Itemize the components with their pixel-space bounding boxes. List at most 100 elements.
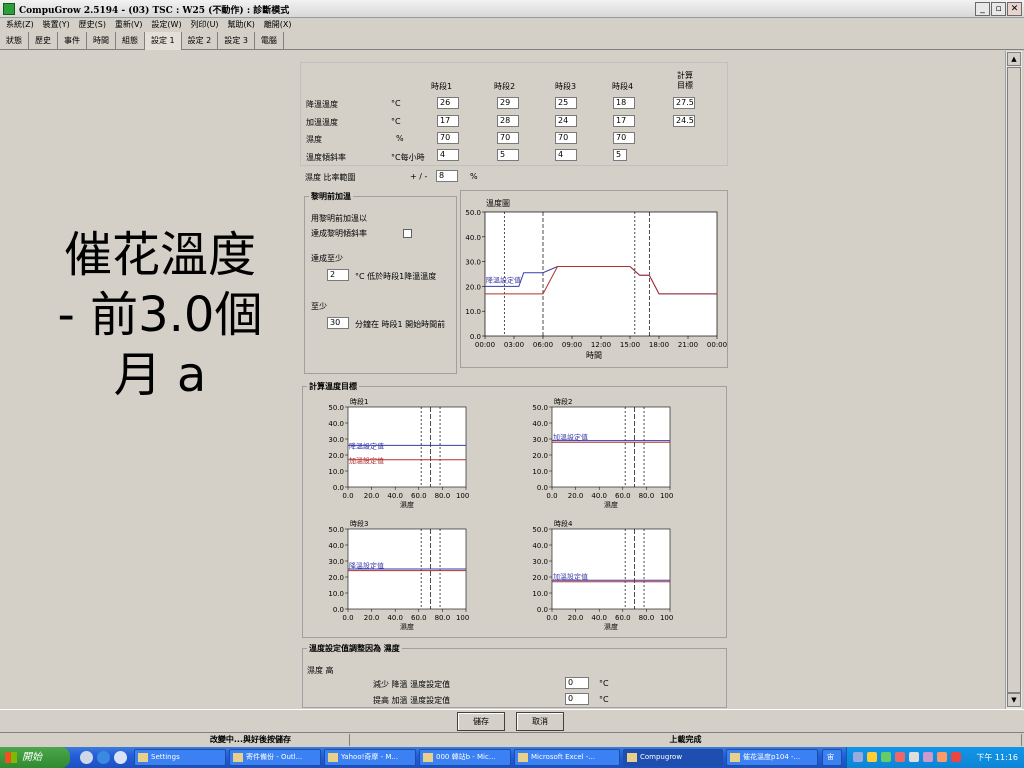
menu-print[interactable]: 列印(U) [190, 18, 218, 32]
menu-device[interactable]: 裝置(Y) [43, 18, 70, 32]
show-desktop-icon[interactable] [80, 751, 93, 764]
mini-chart-xlabel: 濕度 [400, 500, 414, 509]
task-outlook[interactable]: 寄件備份 - Outl... [229, 749, 321, 766]
menu-exit[interactable]: 離開(X) [264, 18, 292, 32]
close-button[interactable]: ✕ [1007, 2, 1022, 16]
x-tick-label: 20.0 [568, 492, 584, 500]
ie-icon[interactable] [97, 751, 110, 764]
cool-temp-p2-input[interactable]: 29 [497, 97, 519, 109]
y-tick-label: 50.0 [328, 404, 344, 412]
dawn-ramp-checkbox[interactable] [403, 229, 412, 238]
vertical-scrollbar[interactable]: ▲ ▼ [1005, 51, 1022, 709]
y-tick-label: 30.0 [465, 259, 481, 267]
volume-icon [909, 752, 919, 762]
x-tick-label: 20.0 [364, 614, 380, 622]
y-tick-label: 0.0 [537, 484, 548, 492]
cancel-button[interactable]: 取消 [516, 712, 564, 731]
row-label-ramp-rate: 溫度傾斜率 [306, 153, 346, 162]
tab-events[interactable]: 事件 [58, 32, 87, 50]
humidity-p1-input[interactable]: 70 [437, 132, 459, 144]
taskbar: 開始 Settings 寄件備份 - Outl... Yahoo!奇摩 - M.… [0, 747, 1024, 768]
task-mail[interactable]: 000 韓站b - Mic... [419, 749, 511, 766]
cool-temp-p3-input[interactable]: 25 [555, 97, 577, 109]
atleast-value-input[interactable]: 30 [327, 317, 349, 329]
ramp-p4-input[interactable]: 5 [613, 149, 627, 161]
y-tick-label: 40.0 [465, 234, 481, 242]
ramp-p1-input[interactable]: 4 [437, 149, 459, 161]
x-tick-label: 18:00 [649, 341, 669, 349]
y-tick-label: 30.0 [532, 558, 548, 566]
y-tick-label: 40.0 [532, 420, 548, 428]
x-tick-label: 40.0 [591, 492, 607, 500]
y-tick-label: 10.0 [328, 590, 344, 598]
tab-status[interactable]: 狀態 [0, 32, 29, 50]
task-settings[interactable]: Settings [134, 749, 226, 766]
scroll-up-icon[interactable]: ▲ [1007, 52, 1021, 66]
mini-chart-xlabel: 濕度 [604, 500, 618, 509]
tab-setting-1[interactable]: 設定 1 [145, 32, 182, 50]
start-button[interactable]: 開始 [0, 747, 70, 768]
minimize-button[interactable]: _ [975, 2, 990, 16]
mini-chart-period-2: 時段2 50.0 40.0 30.0 20.0 10.0 0.00.0 20.0 40.0 60.… [532, 397, 674, 509]
compugrow-icon [627, 753, 637, 762]
heat-temp-p1-input[interactable]: 17 [437, 115, 459, 127]
save-button[interactable]: 儲存 [457, 712, 505, 731]
task-compugrow[interactable]: Compugrow [623, 749, 723, 766]
tab-config[interactable]: 組態 [116, 32, 145, 50]
row-label-cool-temp: 降溫溫度 [306, 100, 338, 109]
y-tick-label: 20.0 [532, 452, 548, 460]
tab-history[interactable]: 歷史 [29, 32, 58, 50]
heat-temp-p3-input[interactable]: 24 [555, 115, 577, 127]
tab-time[interactable]: 時間 [87, 32, 116, 50]
app-icon [3, 3, 15, 15]
setpoint-label: 降溫設定值 [486, 276, 521, 285]
y-tick-label: 50.0 [532, 404, 548, 412]
row-unit-humidity: % [396, 134, 404, 143]
humidity-p4-input[interactable]: 70 [613, 132, 635, 144]
humidity-adjust-title: 溫度設定值調整因為 濕度 [307, 643, 402, 654]
raise-heat-label: 提高 加溫 溫度設定值 [373, 696, 451, 705]
ramp-p3-input[interactable]: 4 [555, 149, 577, 161]
menu-settings[interactable]: 設定(W) [151, 18, 181, 32]
task-yahoo[interactable]: Yahoo!奇摩 - M... [324, 749, 416, 766]
scroll-down-icon[interactable]: ▼ [1007, 693, 1021, 707]
ime-indicator[interactable]: 宙 [822, 749, 842, 766]
tab-setting-3[interactable]: 設定 3 [218, 32, 255, 50]
x-tick-label: 60.0 [615, 614, 631, 622]
task-excel[interactable]: Microsoft Excel -... [514, 749, 620, 766]
humidity-p2-input[interactable]: 70 [497, 132, 519, 144]
raise-heat-unit: °C [599, 695, 609, 704]
x-tick-label: 100.0 [660, 614, 674, 622]
cool-temp-p4-input[interactable]: 18 [613, 97, 635, 109]
menu-history[interactable]: 歷史(S) [79, 18, 106, 32]
y-tick-label: 10.0 [328, 468, 344, 476]
mini-plot-area [551, 528, 671, 610]
menu-refresh[interactable]: 重新(V) [115, 18, 143, 32]
tab-setting-2[interactable]: 設定 2 [182, 32, 219, 50]
dawn-line-2: 達成黎明傾斜率 [311, 229, 367, 238]
range-label: 濕度 比率範圍 [305, 173, 356, 182]
tab-computer[interactable]: 電腦 [255, 32, 284, 50]
menu-system[interactable]: 系統(Z) [6, 18, 34, 32]
x-tick-label: 100.0 [660, 492, 674, 500]
ramp-p2-input[interactable]: 5 [497, 149, 519, 161]
heat-temp-p2-input[interactable]: 28 [497, 115, 519, 127]
humidity-p3-input[interactable]: 70 [555, 132, 577, 144]
range-value-input[interactable]: 8 [436, 170, 458, 182]
cool-temp-p1-input[interactable]: 26 [437, 97, 459, 109]
restore-button[interactable]: ▫ [991, 2, 1006, 16]
scroll-thumb[interactable] [1007, 67, 1021, 693]
x-tick-label: 60.0 [411, 614, 427, 622]
reach-value-input[interactable]: 2 [327, 269, 349, 281]
y-tick-label: 20.0 [328, 574, 344, 582]
outlook-icon[interactable] [114, 751, 127, 764]
reduce-cool-input[interactable]: 0 [565, 677, 589, 689]
atleast-text: 分鐘在 時段1 開始時間前 [355, 320, 446, 329]
task-powerpoint[interactable]: 催花溫度p104 -... [726, 749, 818, 766]
slide-caption: 催花溫度 - 前3.0個 月 a [30, 225, 290, 405]
y-tick-label: 20.0 [532, 574, 548, 582]
heat-temp-p4-input[interactable]: 17 [613, 115, 635, 127]
raise-heat-input[interactable]: 0 [565, 693, 589, 705]
temp-chart-title: 溫度圖 [486, 198, 510, 208]
menu-help[interactable]: 幫助(K) [227, 18, 255, 32]
